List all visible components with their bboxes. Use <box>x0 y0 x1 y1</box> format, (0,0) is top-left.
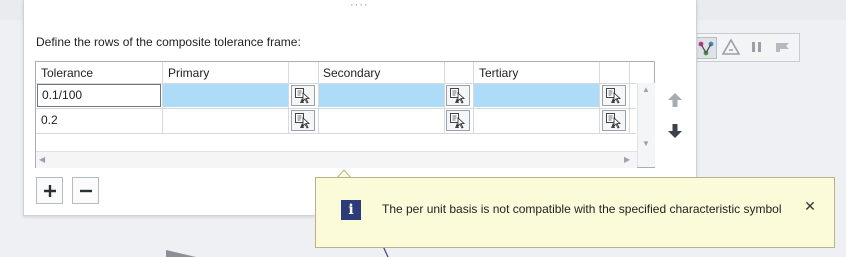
secondary-datum-cell[interactable] <box>319 109 444 132</box>
plus-icon <box>43 184 56 197</box>
tolerance-input[interactable]: 0.1/100 <box>37 84 161 107</box>
primary-datum-cell[interactable] <box>163 84 288 107</box>
column-divider <box>288 62 289 134</box>
minus-icon <box>79 189 92 192</box>
datum-select-icon <box>295 113 311 129</box>
select-datum-button[interactable] <box>446 110 470 131</box>
remove-row-button[interactable] <box>72 177 99 204</box>
model-geometry-fragment <box>166 250 196 257</box>
secondary-datum-cell[interactable] <box>319 84 444 107</box>
warning-triangle-icon[interactable] <box>721 37 743 59</box>
tolerance-rows-table: Tolerance Primary Secondary Tertiary 0.1… <box>35 61 655 168</box>
move-row-down-icon[interactable] <box>667 123 683 139</box>
scroll-right-arrow-icon[interactable]: ▶ <box>624 155 630 164</box>
column-header-secondary[interactable]: Secondary <box>318 62 444 83</box>
add-row-button[interactable] <box>36 177 63 204</box>
horizontal-scrollbar[interactable]: ◀ ▶ <box>36 151 637 168</box>
datum-select-icon <box>450 113 466 129</box>
info-icon: i <box>341 200 361 220</box>
select-datum-button[interactable] <box>446 85 470 106</box>
select-datum-button[interactable] <box>291 110 315 131</box>
scroll-down-arrow-icon[interactable]: ▼ <box>642 139 650 148</box>
column-header-tertiary[interactable]: Tertiary <box>474 62 600 83</box>
tertiary-datum-cell[interactable] <box>474 84 599 107</box>
row-divider <box>36 133 636 134</box>
select-datum-button[interactable] <box>291 85 315 106</box>
drag-grip[interactable]: ···· <box>350 0 369 11</box>
vertical-scrollbar[interactable]: ▲ ▼ <box>637 83 655 167</box>
column-divider <box>444 62 445 134</box>
datum-select-icon <box>295 88 311 104</box>
tooltip-message: The per unit basis is not compatible wit… <box>382 202 782 216</box>
column-divider <box>599 62 600 134</box>
move-row-up-icon[interactable] <box>667 92 683 108</box>
pause-icon[interactable] <box>747 37 769 59</box>
scroll-up-arrow-icon[interactable]: ▲ <box>642 85 650 94</box>
datum-select-icon <box>450 88 466 104</box>
close-icon[interactable]: ✕ <box>802 198 818 215</box>
column-header-tolerance[interactable]: Tolerance <box>36 62 163 83</box>
primary-datum-cell[interactable] <box>163 109 288 132</box>
select-datum-button[interactable] <box>602 110 626 131</box>
datum-select-icon <box>606 113 622 129</box>
graphics-toolbar <box>692 33 800 62</box>
datum-feature-icon[interactable] <box>695 37 717 59</box>
column-header-primary[interactable]: Primary <box>163 62 289 83</box>
select-datum-button[interactable] <box>602 85 626 106</box>
message-tooltip: i The per unit basis is not compatible w… <box>315 177 835 248</box>
scroll-left-arrow-icon[interactable]: ◀ <box>39 155 45 164</box>
instruction-label: Define the rows of the composite toleran… <box>36 35 301 49</box>
tolerance-cell[interactable]: 0.2 <box>37 109 161 132</box>
tertiary-datum-cell[interactable] <box>474 109 599 132</box>
flag-icon[interactable] <box>773 37 795 59</box>
column-divider <box>629 62 630 134</box>
datum-select-icon <box>606 88 622 104</box>
